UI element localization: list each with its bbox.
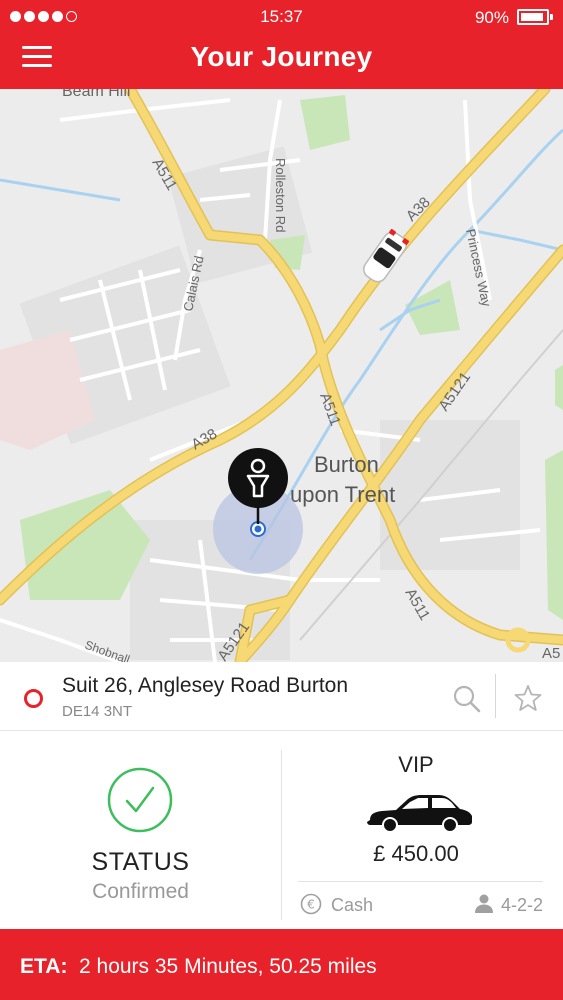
payment-divider [298, 881, 543, 882]
address-divider [495, 674, 496, 718]
checkmark-circle-icon [107, 767, 173, 833]
payment-method: Cash [331, 895, 374, 915]
vehicle-class: VIP [398, 752, 434, 777]
person-pin-icon[interactable] [228, 448, 288, 508]
sedan-car-icon [367, 795, 472, 832]
vehicle-capacity: 4-2-2 [501, 895, 544, 915]
pickup-postcode: DE14 3NT [62, 703, 133, 720]
pickup-address: Suit 26, Anglesey Road Burton [62, 674, 349, 697]
person-icon [475, 894, 493, 913]
status-label: STATUS [91, 848, 190, 876]
trip-price: £ 450.00 [373, 841, 459, 866]
map-label-town-line1: Burton [314, 452, 379, 477]
map-label-town-line2: upon Trent [290, 482, 395, 507]
eta-bar: ETA: 2 hours 35 Minutes, 50.25 miles [0, 929, 563, 1000]
svg-text:€: € [307, 898, 315, 912]
map-label-rolleston-rd: Rolleston Rd [273, 158, 288, 232]
star-icon[interactable] [514, 684, 542, 712]
journey-map[interactable]: Beam Hill A511 Rolleston Rd Calais Rd A3… [0, 89, 563, 662]
battery-percentage: 90% [474, 8, 509, 27]
battery-level-fill [521, 13, 543, 21]
search-icon[interactable] [452, 684, 482, 714]
eta-label: ETA: [20, 955, 68, 978]
page-title: Your Journey [190, 41, 373, 72]
status-bar: 15:37 90% [0, 0, 563, 34]
status-value: Confirmed [92, 880, 189, 903]
map-label-a5-edge: A5 [542, 645, 560, 662]
eta-value: 2 hours 35 Minutes, 50.25 miles [79, 955, 377, 978]
battery-icon [517, 9, 553, 25]
map-label-beam-hill: Beam Hill [62, 89, 130, 100]
app-header: 15:37 90% Your Journey [0, 0, 563, 89]
euro-coin-icon: € [300, 893, 322, 915]
origin-marker-icon [24, 689, 43, 708]
